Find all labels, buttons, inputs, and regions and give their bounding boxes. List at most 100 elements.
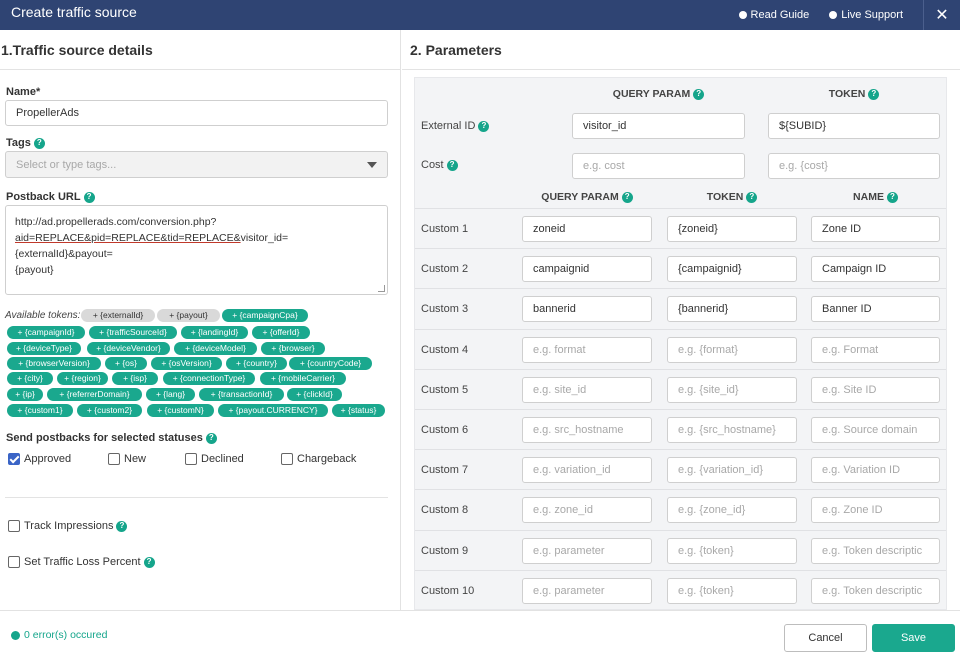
row-separator (415, 248, 946, 249)
tags-select[interactable]: Select or type tags... (5, 151, 388, 178)
custom-9-param-input[interactable]: e.g. parameter (522, 538, 652, 564)
cancel-button[interactable]: Cancel (784, 624, 867, 652)
help-icon[interactable]: ? (621, 191, 633, 203)
custom-5-name-input[interactable]: e.g. Site ID (811, 377, 940, 403)
custom-row-label: Custom 10 (421, 585, 475, 597)
custom-4-token-input[interactable]: e.g. {format} (667, 337, 797, 363)
token-chip[interactable]: + {customN} (147, 404, 214, 417)
custom-3-param-input[interactable]: bannerid (522, 296, 652, 322)
custom-10-param-input[interactable]: e.g. parameter (522, 578, 652, 604)
custom-row-label: Custom 2 (421, 263, 469, 275)
status-checkbox-new[interactable] (108, 453, 120, 465)
custom-7-token-input[interactable]: e.g. {variation_id} (667, 457, 797, 483)
external-id-label-text: External ID (421, 120, 476, 132)
external-id-token-input[interactable]: ${SUBID} (768, 113, 940, 139)
help-circle-icon (738, 11, 747, 19)
token-chip[interactable]: + {referrerDomain} (47, 388, 142, 401)
token-chip[interactable]: + {lang} (146, 388, 195, 401)
custom-10-name-input[interactable]: e.g. Token descriptic (811, 578, 940, 604)
status-checkbox-declined[interactable] (185, 453, 197, 465)
token-chip[interactable]: + {ip} (7, 388, 43, 401)
token-chip[interactable]: + {clickId} (287, 388, 342, 401)
token-chip[interactable]: + {campaignCpa} (222, 309, 308, 322)
token-chip[interactable]: + {region} (57, 372, 108, 385)
token-chip[interactable]: + {custom2} (77, 404, 142, 417)
token-chip[interactable]: + {deviceModel} (174, 342, 257, 355)
name-input[interactable]: PropellerAds (5, 100, 388, 126)
custom-8-token-input[interactable]: e.g. {zone_id} (667, 497, 797, 523)
custom-7-param-input[interactable]: e.g. variation_id (522, 457, 652, 483)
custom-3-token-input[interactable]: {bannerid} (667, 296, 797, 322)
error-status: 0 error(s) occured (11, 629, 107, 641)
custom-1-name-input[interactable]: Zone ID (811, 216, 940, 242)
token-chip[interactable]: + {deviceType} (7, 342, 81, 355)
custom-6-token-input[interactable]: e.g. {src_hostname} (667, 417, 797, 443)
token-chip[interactable]: + {payout.CURRENCY} (218, 404, 328, 417)
save-button[interactable]: Save (872, 624, 955, 652)
token-chip[interactable]: + {trafficSourceId} (89, 326, 177, 339)
help-icon[interactable]: ? (143, 556, 155, 568)
token-chip[interactable]: + {transactionId} (199, 388, 284, 401)
read-guide-label: Read Guide (750, 9, 810, 21)
help-icon[interactable]: ? (83, 191, 95, 203)
token-chip[interactable]: + {deviceVendor} (87, 342, 170, 355)
custom-8-param-input[interactable]: e.g. zone_id (522, 497, 652, 523)
custom-8-name-input[interactable]: e.g. Zone ID (811, 497, 940, 523)
help-icon[interactable]: ? (116, 520, 128, 532)
custom-7-name-input[interactable]: e.g. Variation ID (811, 457, 940, 483)
cost-param-input[interactable]: e.g. cost (572, 153, 745, 179)
token-chip[interactable]: + {connectionType} (163, 372, 255, 385)
token-chip[interactable]: + {isp} (112, 372, 158, 385)
cost-token-input[interactable]: e.g. {cost} (768, 153, 940, 179)
custom-5-token-input[interactable]: e.g. {site_id} (667, 377, 797, 403)
token-chip[interactable]: + {status} (332, 404, 385, 417)
postback-url-textarea[interactable]: http://ad.propellerads.com/conversion.ph… (5, 205, 388, 295)
close-icon[interactable]: ✕ (924, 0, 960, 30)
token-chip[interactable]: + {custom1} (7, 404, 73, 417)
status-checkbox-approved[interactable] (8, 453, 20, 465)
custom-4-name-input[interactable]: e.g. Format (811, 337, 940, 363)
help-icon[interactable]: ? (446, 159, 458, 171)
custom-2-token-input[interactable]: {campaignid} (667, 256, 797, 282)
token-chip[interactable]: + {payout} (157, 309, 220, 322)
read-guide-link[interactable]: Read Guide (738, 9, 810, 21)
token-chip[interactable]: + {campaignId} (7, 326, 85, 339)
token-chip[interactable]: + {browser} (261, 342, 325, 355)
track-impressions-checkbox[interactable] (8, 520, 20, 532)
help-icon[interactable]: ? (693, 88, 705, 100)
custom-6-param-input[interactable]: e.g. src_hostname (522, 417, 652, 443)
custom-2-param-input[interactable]: campaignid (522, 256, 652, 282)
custom-9-token-input[interactable]: e.g. {token} (667, 538, 797, 564)
help-icon[interactable]: ? (478, 120, 490, 132)
token-chip[interactable]: + {os} (105, 357, 147, 370)
custom-6-name-input[interactable]: e.g. Source domain (811, 417, 940, 443)
token-chip[interactable]: + {osVersion} (151, 357, 222, 370)
token-chip[interactable]: + {mobileCarrier} (260, 372, 346, 385)
custom-5-param-input[interactable]: e.g. site_id (522, 377, 652, 403)
help-icon[interactable]: ? (746, 191, 758, 203)
external-id-param-input[interactable]: visitor_id (572, 113, 745, 139)
token-chip[interactable]: + {landingId} (181, 326, 248, 339)
token-chip[interactable]: + {country} (226, 357, 287, 370)
token-chip[interactable]: + {externalId} (81, 309, 155, 322)
custom-1-param-input[interactable]: zoneid (522, 216, 652, 242)
status-checkbox-chargeback[interactable] (281, 453, 293, 465)
postback-line-3: {payout} (15, 264, 54, 276)
custom-1-token-input[interactable]: {zoneid} (667, 216, 797, 242)
custom-2-name-input[interactable]: Campaign ID (811, 256, 940, 282)
resize-handle-icon[interactable] (378, 285, 385, 292)
token-chip[interactable]: + {countryCode} (289, 357, 372, 370)
custom-4-param-input[interactable]: e.g. format (522, 337, 652, 363)
custom-10-token-input[interactable]: e.g. {token} (667, 578, 797, 604)
help-icon[interactable]: ? (886, 191, 898, 203)
token-chip[interactable]: + {city} (7, 372, 53, 385)
live-support-link[interactable]: Live Support (829, 9, 903, 21)
help-icon[interactable]: ? (33, 137, 45, 149)
custom-3-name-input[interactable]: Banner ID (811, 296, 940, 322)
traffic-loss-checkbox[interactable] (8, 556, 20, 568)
help-icon[interactable]: ? (868, 88, 880, 100)
token-chip[interactable]: + {offerId} (252, 326, 310, 339)
custom-9-name-input[interactable]: e.g. Token descriptic (811, 538, 940, 564)
token-chip[interactable]: + {browserVersion} (7, 357, 101, 370)
help-icon[interactable]: ? (205, 432, 217, 444)
